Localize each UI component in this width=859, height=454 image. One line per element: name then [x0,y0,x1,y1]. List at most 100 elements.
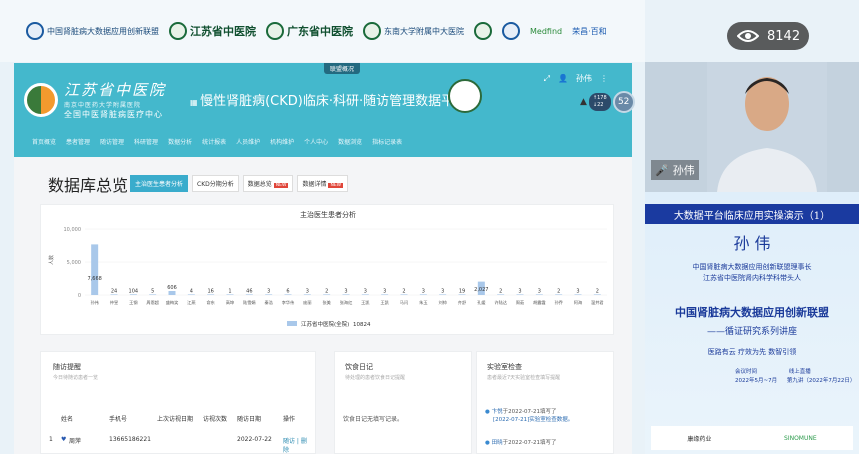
list-item[interactable]: ● 田晓于2022-07-21填写了 [485,438,557,446]
x-tick-label: 胡露霞 [533,299,546,306]
jiangsu-hospital-logo: 江苏省中医院 [169,22,256,40]
bar-value-label: 5 [151,288,154,294]
user-name[interactable]: 孙伟 [576,73,592,84]
bar [458,294,466,295]
bar-value-label: 3 [576,288,579,294]
bar-value-label: 24 [111,288,117,294]
event-banner: 大数据平台临床应用实操演示（1） 孙 伟 中国肾脏病大数据应用创新联盟理事长 江… [645,192,859,454]
nav-item[interactable]: 机构维护 [270,137,294,146]
speaker-camera: 🎤 孙伟 [645,62,859,192]
bar-value-label: 3 [364,288,367,294]
hospital-sub: 南京中医药大学附属医院 [64,102,142,109]
bar-value-label: 2 [596,288,599,294]
bar-value-label: 3 [422,288,425,294]
x-tick-label: 高坤 [226,299,234,306]
hospital-name: 江苏省中医院 [64,81,167,99]
legend-swatch [287,321,297,326]
x-tick-label: 张美 [322,299,330,306]
header-tag[interactable]: 联盟概况 [324,63,361,74]
dashboard-body: 数据库总览 主治医生患者分析 CKD分期分析 数据总览 NEW 数据详情 NEW 主… [14,157,632,454]
platform-seal-icon [448,79,482,113]
x-tick-label: 阿海 [574,299,583,306]
system-header: 联盟概况 江苏省中医院 南京中医药大学附属医院 全国中医肾脏病医疗中心 ▦ 慢性… [14,63,635,157]
seal-logo-2-icon [502,22,520,40]
nav-item[interactable]: 个人中心 [304,137,328,146]
jiangsu-logo-icon [169,22,187,40]
guangdong-logo-icon [266,22,284,40]
y-tick-label: 10,000 [64,227,82,233]
x-tick-label: 齐舒 [458,299,466,306]
nav-item[interactable]: 指标记录表 [372,137,402,146]
bar-value-label: 2 [325,288,328,294]
nav-item[interactable]: 随访管理 [100,137,124,146]
bar [207,294,215,295]
nav-item[interactable]: 患者管理 [66,137,90,146]
sponsor-strip: 康缘药业 SINOMUNE [651,426,853,450]
bar [342,294,350,295]
banner-role2: 江苏省中医院肾内科学科带头人 [703,274,801,282]
x-tick-label: 许陆达 [494,299,507,306]
diet-title: 饮食日记 [345,363,373,371]
bar-value-label: 3 [518,288,521,294]
nav-item[interactable]: 人员维护 [236,137,260,146]
net-speed: ↑178 ↓22 [588,93,611,111]
x-tick-label: 李华伟 [282,299,295,306]
tab-data-detail[interactable]: 数据详情 NEW [297,175,349,192]
speaker-name-tag: 🎤 孙伟 [651,160,699,180]
rongchang-logo: 荣昌·百和 [572,26,607,36]
bar [149,294,157,295]
x-tick-label: 江燕 [187,299,196,306]
diet-subtitle: 待处理的患者饮食日记提醒 [345,375,406,381]
tab-ckd-stage[interactable]: CKD分期分析 [192,175,239,192]
list-item[interactable]: ● 卞悦于2022-07-21填写了 [2022-07-21]实验室检查数据。 [485,408,573,424]
x-tick-label: 陆雪娟 [243,299,256,306]
bar [323,294,331,295]
tab-data-overview[interactable]: 数据总览 NEW [242,175,294,192]
x-tick-label: 孙乔 [554,299,563,306]
lab-subtitle: 患者最近7天实验室检查填写提醒 [487,375,561,381]
main-nav: 首页概览 患者管理 随访管理 科研管理 数据分析 统计报表 人员维护 机构维护 … [32,137,402,146]
legend-label: 江苏省中医院(全院) [301,320,349,328]
x-tick-label: 孔媛 [477,299,486,306]
user-icon[interactable]: 👤 [558,74,568,83]
y-tick-label: 5,000 [67,260,81,266]
nav-item[interactable]: 首页概览 [32,137,56,146]
speaker-video [707,62,827,192]
row-actions[interactable]: 随访 | 删除 [283,436,309,454]
bar-value-label: 3 [267,288,270,294]
bar-value-label: 3 [344,288,347,294]
followup-subtitle: 今日待随访患者一览 [53,375,99,381]
bar-value-label: 16 [207,288,213,294]
y-axis-label: 人数 [48,255,55,265]
nav-item[interactable]: 数据浏览 [338,137,362,146]
southeast-logo-icon [363,22,381,40]
bar-value-label: 104 [129,288,139,294]
meeting-info: 会议时间 线上直播 2022年5月~7月 第九讲（2022年7月22日） [735,369,856,384]
medfind-logo: Medfind [530,26,563,36]
tab-doctor-analysis[interactable]: 主治医生患者分析 [130,175,189,192]
bar [400,294,408,295]
nav-item[interactable]: 数据分析 [168,137,192,146]
bar [574,294,582,295]
viewer-count-pill: 8142 [727,22,809,50]
bar [91,244,99,295]
bar [226,294,234,295]
page-title: 数据库总览 [48,176,129,195]
seal-logo-icon [474,22,492,40]
followup-card: 随访提醒 今日待随访患者一览 姓名 手机号 上次访视日期 访视次数 随访日期 操… [40,351,316,454]
bar [439,294,447,295]
network-widget: ▲ ↑178 ↓22 52 [580,91,635,113]
bar-value-label: 2 [499,288,502,294]
viewer-count: 8142 [767,28,801,44]
hospital-brand: 江苏省中医院 南京中医药大学附属医院 全国中医肾脏病医疗中心 [24,79,166,120]
bar-value-label: 1 [228,288,231,294]
more-icon[interactable]: ⋮ [600,74,608,83]
nav-item[interactable]: 科研管理 [134,137,158,146]
bar [245,294,253,295]
bell-icon[interactable]: ▲ [580,97,587,107]
diet-empty: 饮食日记无填写记录。 [343,416,404,423]
cpu-gauge: 52 [612,91,635,113]
fullscreen-icon[interactable]: ⤢ [544,74,550,84]
nav-item[interactable]: 统计报表 [202,137,226,146]
dashboard-tabs: 主治医生患者分析 CKD分期分析 数据总览 NEW 数据详情 NEW [130,175,349,192]
